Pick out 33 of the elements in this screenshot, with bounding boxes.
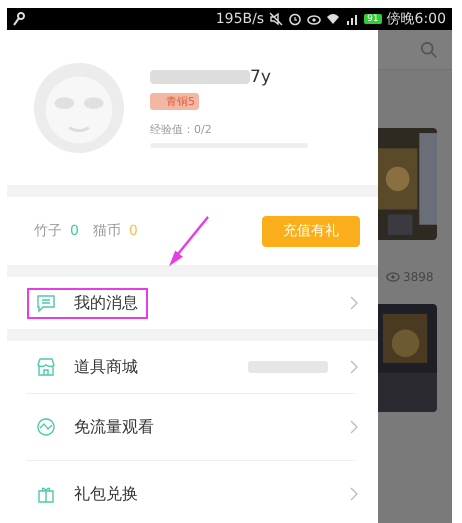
key-icon xyxy=(13,12,25,26)
user-name: 7y xyxy=(250,67,271,87)
signal-icon xyxy=(345,12,360,26)
eye-icon xyxy=(386,272,400,282)
wifi-icon xyxy=(326,12,340,26)
chevron-icon xyxy=(350,487,358,501)
wave-icon xyxy=(36,417,56,437)
currency-value: 0 xyxy=(70,223,79,239)
store-icon xyxy=(36,357,56,377)
menu-item[interactable]: 免流量观看 xyxy=(7,394,378,460)
menu-item[interactable]: 道具商城 xyxy=(7,341,378,393)
level-badge: 青铜5 xyxy=(150,93,199,110)
currency-label: 竹子 xyxy=(34,222,62,240)
chevron-icon xyxy=(350,296,358,310)
menu-label: 我的消息 xyxy=(74,292,138,314)
pointer-arrow xyxy=(167,216,211,268)
menu-item[interactable]: 礼包兑换 xyxy=(7,461,378,523)
menu-item[interactable]: 我的消息 xyxy=(7,277,378,329)
chevron-icon xyxy=(350,360,358,374)
search-icon[interactable] xyxy=(420,40,438,58)
currency-label: 猫币 xyxy=(92,222,121,240)
menu-label: 礼包兑换 xyxy=(74,484,138,504)
chevron-icon xyxy=(350,420,358,434)
menu-label: 道具商城 xyxy=(74,356,138,378)
network-speed: 195B/s xyxy=(216,11,264,27)
currency-value: 0 xyxy=(128,223,138,239)
chat-icon xyxy=(36,293,56,313)
battery-level: 91 xyxy=(364,14,382,24)
clock: 傍晚6:00 xyxy=(386,10,446,28)
experience-label: 经验值：0/2 xyxy=(150,122,212,137)
alarm-icon xyxy=(288,12,302,26)
menu-label: 免流量观看 xyxy=(74,416,154,438)
mute-icon xyxy=(269,12,284,26)
